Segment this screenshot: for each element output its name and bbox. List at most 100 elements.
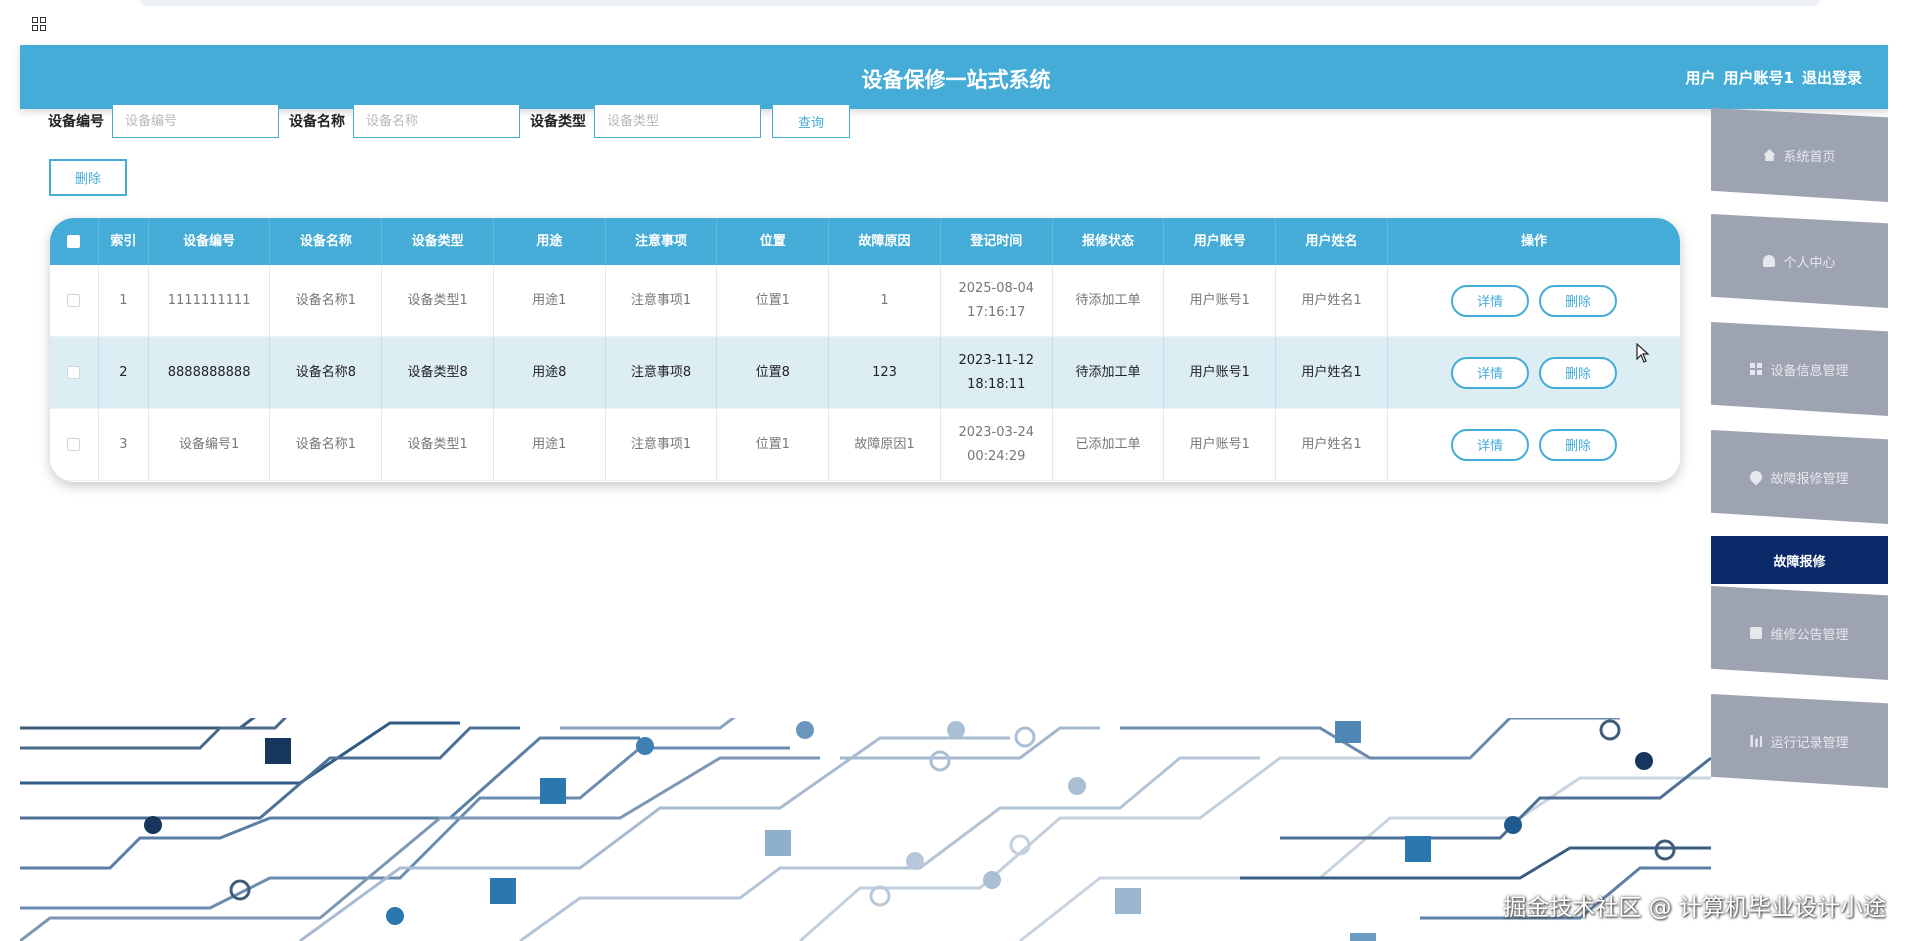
right-edge: [1888, 45, 1912, 941]
cell-device-no: 设备编号1: [149, 409, 271, 480]
cell-notes: 注意事项1: [606, 265, 718, 336]
cell-reg-time: 2023-03-24 00:24:29: [941, 409, 1053, 480]
search-label-device-type: 设备类型: [530, 114, 586, 130]
mouse-cursor-icon: [1636, 343, 1650, 363]
cell-device-type: 设备类型1: [382, 265, 494, 336]
sidebar-item-label: 维修公告管理: [1770, 627, 1849, 643]
cell-status: 待添加工单: [1053, 337, 1165, 408]
cell-index: 1: [99, 265, 149, 336]
column-header: 用途: [494, 218, 606, 265]
cell-device-name: 设备名称1: [270, 409, 383, 480]
table-header: 索引 设备编号 设备名称 设备类型 用途 注意事项 位置 故障原因 登记时间 报…: [50, 218, 1680, 265]
cell-device-name: 设备名称1: [270, 265, 383, 336]
cell-index: 2: [99, 337, 149, 408]
user-icon: [1763, 255, 1776, 267]
sidebar-item-label: 运行记录管理: [1770, 735, 1849, 751]
column-header: 用户账号: [1164, 218, 1277, 265]
detail-button[interactable]: 详情: [1450, 356, 1529, 389]
cell-reg-time: 2023-11-12 18:18:11: [941, 337, 1053, 408]
cell-location: 位置1: [717, 265, 830, 336]
sidebar-subitem-fault-report[interactable]: 故障报修: [1711, 536, 1888, 584]
pin-icon: [1747, 468, 1765, 486]
cell-device-name: 设备名称8: [270, 337, 383, 408]
select-all-checkbox[interactable]: [67, 235, 81, 248]
column-header: 报修状态: [1053, 218, 1165, 265]
top-strip: [140, 0, 1820, 6]
sidebar-item-label: 设备信息管理: [1770, 363, 1849, 379]
cell-index: 3: [99, 409, 149, 480]
detail-button[interactable]: 详情: [1450, 284, 1529, 317]
column-header: 索引: [99, 218, 149, 265]
detail-button[interactable]: 详情: [1450, 428, 1529, 461]
user-area: 用户 用户账号1 退出登录: [1686, 67, 1862, 88]
user-label: 用户: [1685, 69, 1716, 87]
cell-usage: 用途1: [494, 265, 606, 336]
logout-link[interactable]: 退出登录: [1802, 67, 1862, 88]
cell-fault: 故障原因1: [829, 409, 941, 480]
cell-fault: 123: [829, 337, 941, 408]
sidebar-item-fault-repair[interactable]: 故障报修管理: [1711, 430, 1888, 524]
sidebar-item-label: 个人中心: [1783, 255, 1836, 271]
column-header: 设备类型: [382, 218, 494, 265]
device-table: 索引 设备编号 设备名称 设备类型 用途 注意事项 位置 故障原因 登记时间 报…: [50, 218, 1680, 482]
cell-device-type: 设备类型8: [382, 337, 494, 408]
header: 设备保修一站式系统 用户 用户账号1 退出登录: [20, 45, 1892, 109]
column-header: 设备编号: [149, 218, 271, 265]
chart-icon: [1750, 735, 1763, 747]
cell-notes: 注意事项8: [606, 337, 718, 408]
search-label-device-name: 设备名称: [289, 114, 345, 130]
column-header: 设备名称: [270, 218, 383, 265]
row-checkbox[interactable]: [67, 294, 81, 307]
column-header: 故障原因: [829, 218, 941, 265]
watermark: 掘金技术社区 @ 计算机毕业设计小途: [1503, 895, 1886, 921]
cell-usage: 用途8: [494, 337, 606, 408]
cell-device-no: 1111111111: [149, 265, 271, 336]
row-checkbox[interactable]: [67, 438, 81, 451]
apps-grid-icon[interactable]: [32, 17, 46, 31]
sidebar-item-home[interactable]: 系统首页: [1711, 108, 1888, 202]
column-header: 注意事项: [606, 218, 718, 265]
cell-device-type: 设备类型1: [382, 409, 494, 480]
grid-icon: [1750, 363, 1763, 375]
clipboard-icon: [1750, 627, 1763, 639]
row-delete-button[interactable]: 删除: [1538, 356, 1617, 389]
cell-actions: 详情 删除: [1388, 409, 1680, 480]
column-header: 用户姓名: [1276, 218, 1388, 265]
cell-location: 位置8: [717, 337, 830, 408]
user-account: 用户账号1: [1723, 69, 1794, 87]
cell-account: 用户账号1: [1164, 265, 1277, 336]
cell-username: 用户姓名1: [1276, 265, 1388, 336]
cell-status: 已添加工单: [1053, 409, 1165, 480]
device-type-input[interactable]: [594, 104, 761, 138]
home-icon: [1763, 149, 1776, 161]
delete-button[interactable]: 删除: [49, 159, 127, 196]
sidebar-item-profile[interactable]: 个人中心: [1711, 214, 1888, 308]
device-no-input[interactable]: [112, 104, 279, 138]
table-row: 2 8888888888 设备名称8 设备类型8 用途8 注意事项8 位置8 1…: [50, 337, 1680, 409]
cell-account: 用户账号1: [1164, 337, 1277, 408]
column-header: 操作: [1520, 233, 1547, 249]
cell-location: 位置1: [717, 409, 830, 480]
sidebar-item-label: 系统首页: [1783, 149, 1836, 165]
column-header: 登记时间: [941, 218, 1053, 265]
cell-device-no: 8888888888: [149, 337, 271, 408]
sidebar-item-device-info[interactable]: 设备信息管理: [1711, 322, 1888, 416]
search-bar: 设备编号 设备名称 设备类型 查询: [48, 104, 850, 138]
cell-reg-time: 2025-08-04 17:16:17: [941, 265, 1053, 336]
cell-fault: 1: [829, 265, 941, 336]
table-row: 1 1111111111 设备名称1 设备类型1 用途1 注意事项1 位置1 1…: [50, 265, 1680, 337]
cell-username: 用户姓名1: [1276, 337, 1388, 408]
query-button[interactable]: 查询: [772, 104, 850, 138]
device-name-input[interactable]: [353, 104, 520, 138]
row-delete-button[interactable]: 删除: [1538, 428, 1617, 461]
row-delete-button[interactable]: 删除: [1538, 284, 1617, 317]
search-label-device-no: 设备编号: [48, 114, 104, 130]
sidebar-item-notice[interactable]: 维修公告管理: [1711, 586, 1888, 680]
sidebar-item-run-log[interactable]: 运行记录管理: [1711, 694, 1888, 788]
cell-notes: 注意事项1: [606, 409, 718, 480]
sidebar-item-label: 故障报修管理: [1770, 471, 1849, 487]
table-row: 3 设备编号1 设备名称1 设备类型1 用途1 注意事项1 位置1 故障原因1 …: [50, 409, 1680, 481]
cell-usage: 用途1: [494, 409, 606, 480]
cell-status: 待添加工单: [1053, 265, 1165, 336]
row-checkbox[interactable]: [67, 366, 81, 379]
